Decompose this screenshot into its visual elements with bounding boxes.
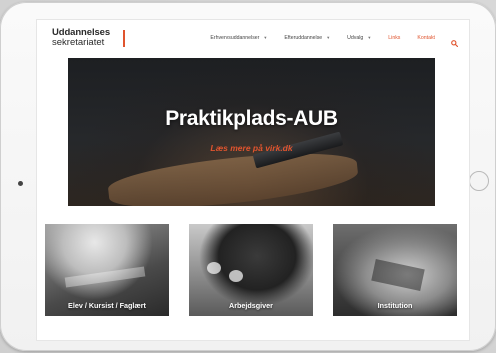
nav-item-links[interactable]: Links [388, 35, 400, 41]
site-logo[interactable]: Uddannelses sekretariatet [52, 28, 125, 48]
logo-text-line2: sekretariatet [52, 37, 105, 48]
card-image-detail [371, 259, 425, 291]
hero-link[interactable]: Læs mere på virk.dk [68, 143, 435, 153]
card-elev[interactable]: Elev / Kursist / Faglært [45, 224, 169, 316]
card-label: Institution [377, 301, 413, 310]
nav-item-kontakt[interactable]: Kontakt [417, 35, 435, 41]
card-image-detail [229, 270, 243, 282]
nav-item-label: Udvalg [347, 34, 364, 41]
nav-item-label: Erhvervsuddannelser [210, 34, 260, 41]
card-label: Arbejdsgiver [229, 301, 273, 310]
card-label: Elev / Kursist / Faglært [68, 301, 146, 310]
chevron-down-icon: ▼ [367, 35, 372, 40]
hero-banner: Praktikplads-AUB Læs mere på virk.dk [68, 58, 435, 206]
nav-item-efteruddannelse[interactable]: Efteruddannelse ▼ [284, 35, 330, 41]
nav-item-udvalg[interactable]: Udvalg ▼ [347, 35, 371, 41]
camera [18, 181, 23, 186]
screen: Uddannelses sekretariatet Erhvervsuddann… [36, 19, 470, 341]
card-institution[interactable]: Institution [333, 224, 457, 316]
nav-item-label: Links [388, 34, 401, 41]
nav-item-label: Kontakt [417, 34, 435, 41]
main-nav: Erhvervsuddannelser ▼ Efteruddannelse ▼ … [193, 34, 458, 47]
chevron-down-icon: ▼ [263, 35, 268, 40]
tablet-frame: Uddannelses sekretariatet Erhvervsuddann… [0, 2, 496, 351]
search-icon[interactable] [451, 34, 458, 47]
logo-accent-bar [123, 30, 125, 47]
card-arbejdsgiver[interactable]: Arbejdsgiver [189, 224, 313, 316]
nav-item-erhvervsuddannelser[interactable]: Erhvervsuddannelser ▼ [210, 35, 267, 41]
chevron-down-icon: ▼ [326, 35, 331, 40]
hero-image-board [106, 145, 360, 206]
card-image-detail [207, 262, 221, 274]
nav-item-label: Efteruddannelse [284, 34, 323, 41]
hero-title: Praktikplads-AUB [165, 107, 338, 130]
card-image-detail [64, 266, 146, 288]
home-button[interactable] [469, 171, 489, 191]
site-header: Uddannelses sekretariatet Erhvervsuddann… [36, 19, 470, 59]
